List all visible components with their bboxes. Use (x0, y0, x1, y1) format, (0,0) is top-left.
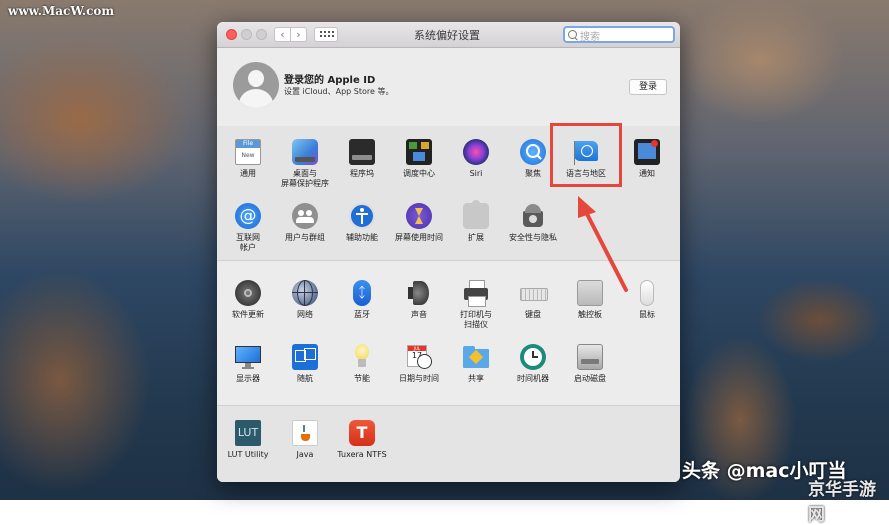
annotation-arrow (578, 196, 628, 292)
watermark-corner: 京华手游网 (808, 480, 876, 525)
